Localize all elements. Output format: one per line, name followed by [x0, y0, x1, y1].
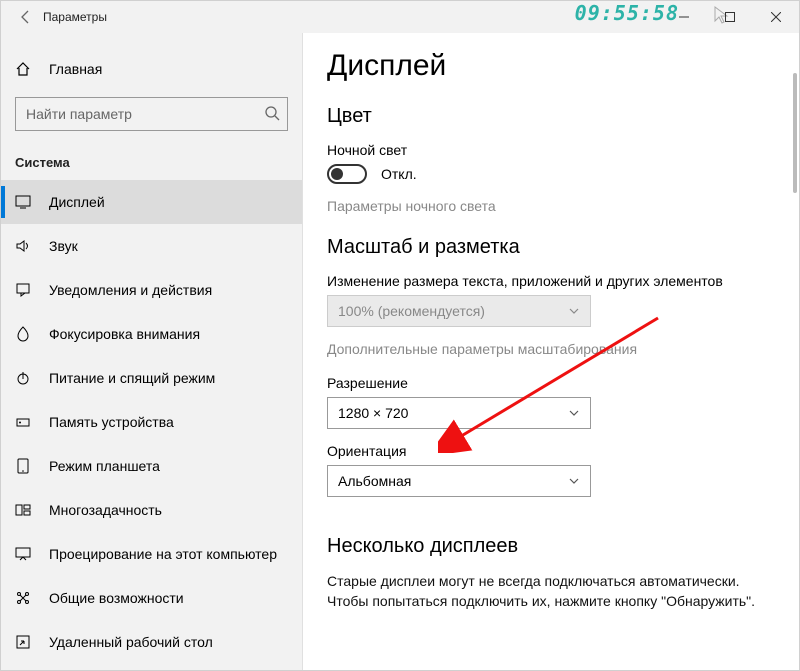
sidebar-item-label: Общие возможности [49, 590, 184, 606]
night-light-label: Ночной свет [327, 142, 775, 158]
scale-label: Изменение размера текста, приложений и д… [327, 273, 775, 289]
advanced-scale-link[interactable]: Дополнительные параметры масштабирования [327, 341, 775, 357]
sidebar-item-power[interactable]: Питание и спящий режим [1, 356, 302, 400]
focus-icon [15, 326, 31, 342]
projection-icon [15, 546, 31, 562]
remote-icon [15, 634, 31, 650]
sidebar-group-label: Система [1, 131, 302, 180]
sidebar-item-label: Уведомления и действия [49, 282, 212, 298]
storage-icon [15, 414, 31, 430]
sidebar-item-label: Дисплей [49, 194, 105, 210]
shared-icon [15, 590, 31, 606]
orientation-dropdown[interactable]: Альбомная [327, 465, 591, 497]
minimize-button[interactable] [661, 1, 707, 33]
sidebar-item-label: Проецирование на этот компьютер [49, 546, 277, 562]
sidebar-item-label: Удаленный рабочий стол [49, 634, 213, 650]
sidebar-item-label: Питание и спящий режим [49, 370, 215, 386]
sidebar-item-label: Фокусировка внимания [49, 326, 200, 342]
sidebar-item-storage[interactable]: Память устройства [1, 400, 302, 444]
sidebar-item-remote[interactable]: Удаленный рабочий стол [1, 620, 302, 664]
sidebar-item-notifications[interactable]: Уведомления и действия [1, 268, 302, 312]
sidebar-item-tablet[interactable]: Режим планшета [1, 444, 302, 488]
scrollbar-thumb[interactable] [793, 73, 797, 193]
display-icon [15, 194, 31, 210]
scale-value: 100% (рекомендуется) [338, 303, 485, 319]
home-icon [15, 61, 31, 77]
multi-displays-text: Старые дисплеи могут не всегда подключат… [327, 572, 757, 611]
section-scale: Масштаб и разметка [327, 236, 775, 259]
content-pane: Дисплей Цвет Ночной свет Откл. Параметры… [303, 33, 799, 670]
sidebar-item-label: Режим планшета [49, 458, 160, 474]
sidebar-item-focus[interactable]: Фокусировка внимания [1, 312, 302, 356]
sidebar-item-shared[interactable]: Общие возможности [1, 576, 302, 620]
orientation-label: Ориентация [327, 443, 775, 459]
chevron-down-icon [568, 475, 580, 487]
night-light-toggle[interactable] [327, 164, 367, 184]
orientation-value: Альбомная [338, 473, 411, 489]
sidebar-item-sound[interactable]: Звук [1, 224, 302, 268]
resolution-dropdown[interactable]: 1280 × 720 [327, 397, 591, 429]
search-icon [264, 105, 280, 121]
multitask-icon [15, 502, 31, 518]
sidebar-item-label: Память устройства [49, 414, 174, 430]
notifications-icon [15, 282, 31, 298]
section-color: Цвет [327, 105, 775, 128]
close-button[interactable] [753, 1, 799, 33]
section-multi: Несколько дисплеев [327, 535, 775, 558]
sidebar-home[interactable]: Главная [1, 49, 302, 89]
back-button[interactable] [15, 6, 37, 28]
page-title: Дисплей [327, 49, 775, 83]
resolution-label: Разрешение [327, 375, 775, 391]
sidebar-item-multitask[interactable]: Многозадачность [1, 488, 302, 532]
chevron-down-icon [568, 305, 580, 317]
search-input[interactable] [15, 97, 288, 131]
power-icon [15, 370, 31, 386]
sidebar-item-label: Звук [49, 238, 78, 254]
sidebar-item-projection[interactable]: Проецирование на этот компьютер [1, 532, 302, 576]
night-light-settings-link[interactable]: Параметры ночного света [327, 198, 775, 214]
sidebar-home-label: Главная [49, 61, 102, 77]
sidebar-item-display[interactable]: Дисплей [1, 180, 302, 224]
maximize-button[interactable] [707, 1, 753, 33]
resolution-value: 1280 × 720 [338, 405, 408, 421]
sound-icon [15, 238, 31, 254]
sidebar: Главная Система Дисплей Звук [1, 33, 303, 670]
chevron-down-icon [568, 407, 580, 419]
tablet-icon [15, 458, 31, 474]
window-title: Параметры [43, 10, 107, 24]
toggle-state-label: Откл. [381, 166, 417, 182]
scale-dropdown[interactable]: 100% (рекомендуется) [327, 295, 591, 327]
sidebar-item-label: Многозадачность [49, 502, 162, 518]
